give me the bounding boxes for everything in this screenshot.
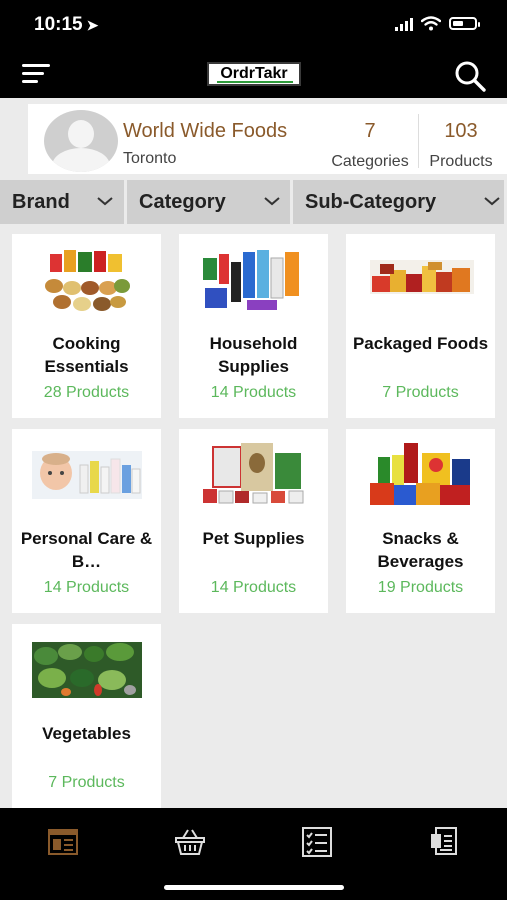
company-name: World Wide Foods [123, 120, 288, 142]
category-name: Vegetables [42, 724, 131, 743]
home-indicator[interactable] [164, 885, 344, 890]
chevron-down-icon [484, 197, 500, 206]
products-count: 103 [444, 120, 478, 142]
spices-image [45, 250, 130, 311]
subcategory-filter[interactable]: Sub-Category [293, 180, 504, 224]
brand-filter-label: Brand [12, 191, 70, 213]
category-count: 7 Products [382, 384, 459, 401]
categories-label: Categories [331, 153, 409, 170]
status-icons [395, 16, 480, 31]
pet-food-image [203, 443, 304, 504]
orders-icon[interactable] [428, 826, 460, 858]
location-icon: ➤ [86, 17, 99, 33]
search-icon[interactable] [453, 59, 487, 93]
category-count: 19 Products [377, 579, 464, 596]
category-count: 7 Products [48, 774, 125, 791]
category-count: 14 Products [210, 579, 297, 596]
avatar [44, 110, 118, 172]
main-content: World Wide Foods Toronto 7 Categories 10… [0, 98, 507, 808]
category-count: 14 Products [210, 384, 297, 401]
category-name: Cooking Essentials [44, 334, 129, 376]
stat-divider [418, 114, 419, 168]
category-name: Personal Care & B… [20, 529, 153, 571]
app-header: OrdrTakr [0, 50, 507, 98]
category-filter[interactable]: Category [127, 180, 290, 224]
filter-bar: Brand Category Sub-Category [0, 180, 507, 224]
category-card-cooking[interactable]: Cooking Essentials 28 Products [12, 234, 161, 418]
vegetables-image [32, 642, 142, 698]
category-filter-label: Category [139, 191, 226, 213]
cleaners-image [203, 250, 299, 310]
categories-stat: 7 Categories [322, 120, 418, 171]
snacks-image [370, 443, 470, 505]
category-card-personal-care[interactable]: Personal Care & B… 14 Products [12, 429, 161, 613]
category-name: Household Supplies [209, 334, 298, 376]
bottom-tab-bar [0, 808, 507, 900]
company-profile-card[interactable]: World Wide Foods Toronto 7 Categories 10… [28, 104, 507, 174]
menu-icon[interactable] [22, 64, 50, 84]
category-name: Pet Supplies [202, 529, 305, 548]
chevron-down-icon [264, 197, 280, 206]
status-bar: 10:15 ➤ [0, 0, 507, 50]
category-card-packaged[interactable]: Packaged Foods 7 Products [346, 234, 495, 418]
catalog-icon[interactable] [47, 826, 79, 858]
baby-care-image [32, 451, 142, 499]
logo-text: OrdrTakr [220, 65, 288, 82]
boxes-image [370, 260, 474, 294]
battery-icon [449, 17, 480, 30]
chevron-down-icon [97, 197, 113, 206]
products-stat: 103 Products [422, 120, 500, 171]
category-name: Snacks & Beverages [377, 529, 464, 571]
subcategory-filter-label: Sub-Category [305, 191, 437, 213]
category-card-pet[interactable]: Pet Supplies 14 Products [179, 429, 328, 613]
signal-icon [395, 17, 413, 31]
category-count: 28 Products [43, 384, 130, 401]
categories-count: 7 [364, 120, 376, 142]
category-card-snacks[interactable]: Snacks & Beverages 19 Products [346, 429, 495, 613]
category-card-vegetables[interactable]: Vegetables 7 Products [12, 624, 161, 808]
clock-text: 10:15 [34, 14, 83, 35]
category-name: Packaged Foods [352, 334, 489, 353]
products-label: Products [429, 153, 493, 170]
brand-filter[interactable]: Brand [0, 180, 124, 224]
company-city: Toronto [123, 150, 177, 167]
category-count: 14 Products [43, 579, 130, 596]
app-logo: OrdrTakr [207, 62, 301, 86]
status-time: 10:15 ➤ [34, 14, 98, 36]
basket-icon[interactable] [174, 826, 206, 858]
logo-cart-line [217, 81, 293, 83]
category-card-household[interactable]: Household Supplies 14 Products [179, 234, 328, 418]
wifi-icon [421, 16, 441, 31]
checklist-icon[interactable] [301, 826, 333, 858]
